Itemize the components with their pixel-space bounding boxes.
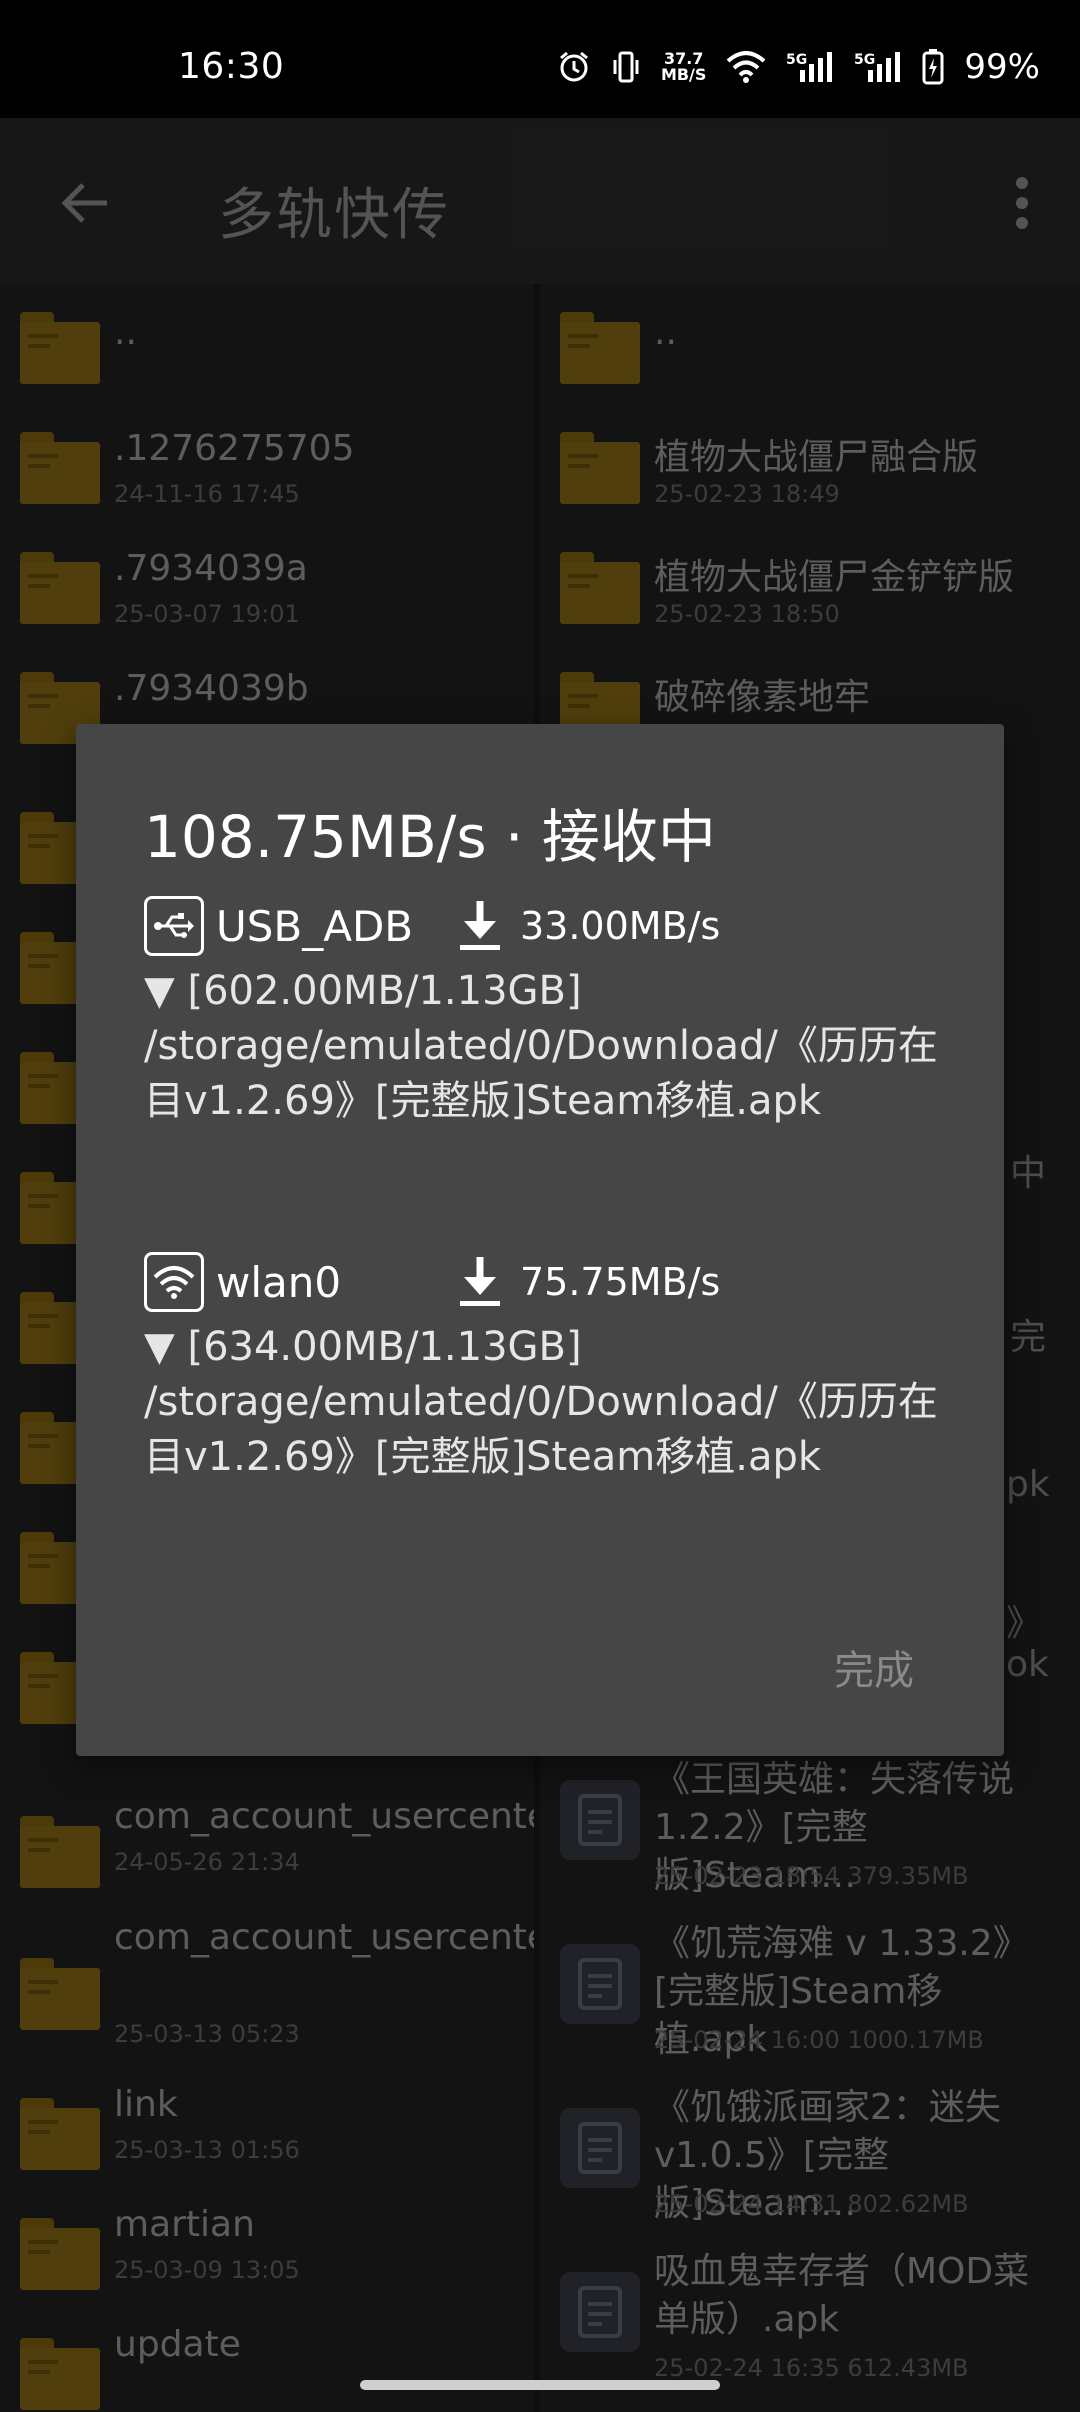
wifi-icon — [144, 1252, 204, 1312]
status-bar: 16:30 37.7 MB/S 5G 5G 99% — [0, 0, 1080, 118]
usb-icon — [144, 896, 204, 956]
channel-progress: ▼ [602.00MB/1.13GB] /storage/emulated/0/… — [144, 968, 938, 1124]
channel-speed: 75.75MB/s — [520, 1260, 721, 1304]
svg-text:5G: 5G — [786, 52, 807, 68]
vibrate-icon — [611, 50, 641, 84]
battery-percent: 99% — [964, 47, 1040, 87]
done-button[interactable]: 完成 — [834, 1638, 914, 1696]
gesture-navigation-bar[interactable] — [360, 2380, 720, 2390]
svg-text:5G: 5G — [854, 52, 875, 68]
dialog-title: 108.75MB/s · 接收中 — [144, 803, 716, 871]
screen: 16:30 37.7 MB/S 5G 5G 99% 多轨快传 .. .12762… — [0, 0, 1080, 2412]
transfer-dialog: 108.75MB/s · 接收中 USB_ADB 33.00MB/s ▼ [60… — [76, 724, 1004, 1756]
net-speed-unit: MB/S — [660, 65, 707, 84]
status-icons: 37.7 MB/S 5G 5G 99% — [557, 44, 1040, 90]
download-icon — [456, 898, 504, 954]
channel-header-wlan: wlan0 75.75MB/s — [144, 1250, 720, 1314]
wifi-icon — [726, 51, 766, 83]
signal-5g-icon: 5G — [854, 50, 902, 84]
channel-header-usb: USB_ADB 33.00MB/s — [144, 894, 720, 958]
alarm-icon — [557, 50, 591, 84]
channel-progress: ▼ [634.00MB/1.13GB] /storage/emulated/0/… — [144, 1324, 938, 1480]
download-icon — [456, 1254, 504, 1310]
battery-charging-icon — [922, 49, 944, 85]
channel-name: wlan0 — [216, 1257, 342, 1307]
channel-speed: 33.00MB/s — [520, 904, 721, 948]
signal-5g-icon: 5G — [786, 50, 834, 84]
net-speed: 37.7 MB/S — [661, 51, 706, 83]
status-time: 16:30 — [178, 46, 285, 87]
channel-name: USB_ADB — [216, 901, 414, 951]
